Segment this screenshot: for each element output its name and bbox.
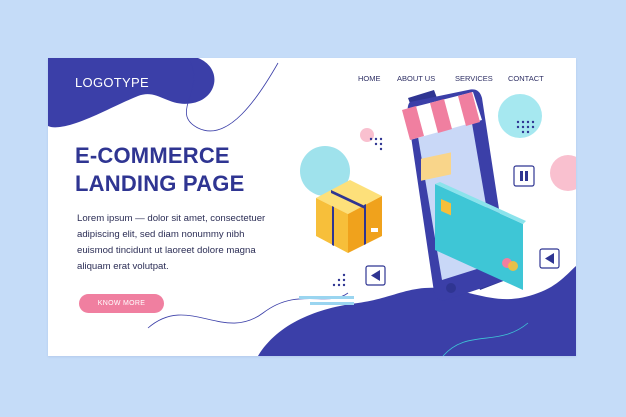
- dot-grid-top: [369, 137, 383, 151]
- pause-icon: [513, 165, 535, 187]
- decor-dot-pink: [360, 128, 374, 142]
- chevron-left-icon: [539, 248, 560, 269]
- decor-circle-light: [498, 94, 542, 138]
- chevron-left-icon: [365, 265, 386, 286]
- ecommerce-illustration: [299, 89, 576, 305]
- dot-grid-bottom: [332, 273, 346, 287]
- landing-page-frame: LOGOTYPE HOME ABOUT US SERVICES CONTACT …: [48, 58, 576, 356]
- decor-circle-pink: [550, 155, 576, 191]
